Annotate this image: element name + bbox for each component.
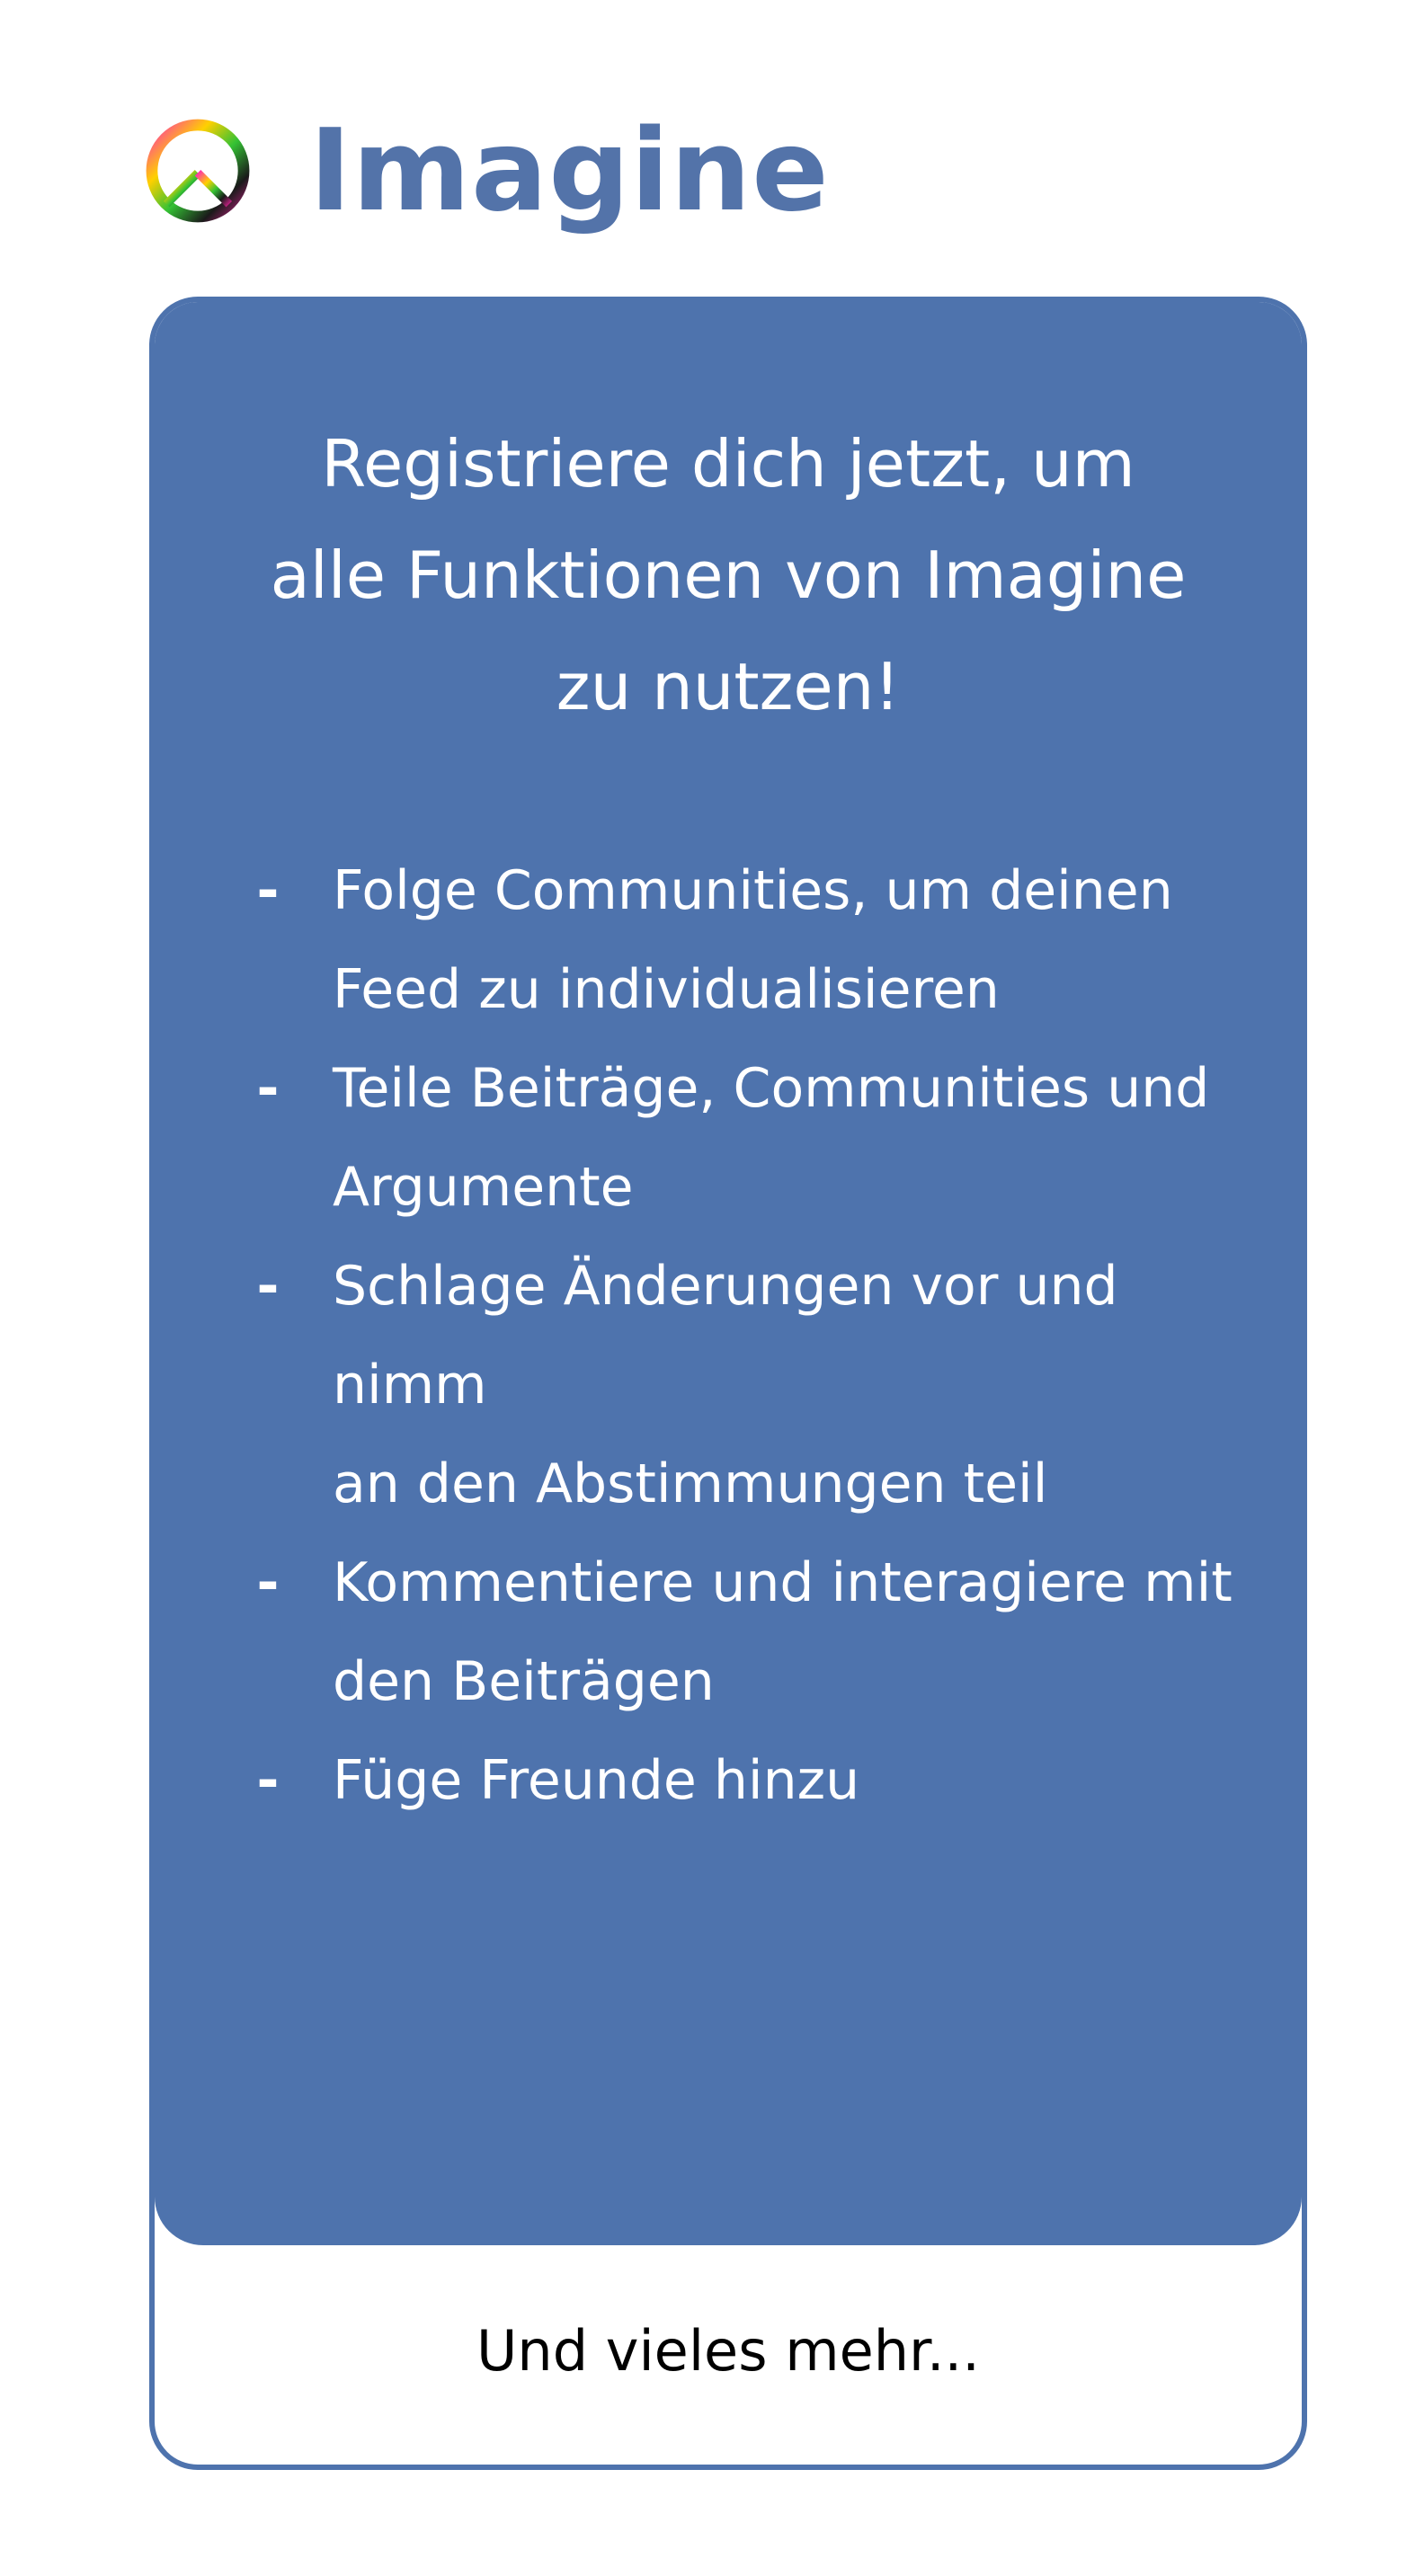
feature-item: - Schlage Änderungen vor und nimm an den… — [223, 1237, 1266, 1533]
feature-item: - Folge Communities, um deinen Feed zu i… — [223, 841, 1266, 1039]
feature-item: - Kommentiere und interagiere mit den Be… — [223, 1533, 1266, 1731]
feature-text: Folge Communities, um deinen — [333, 859, 1173, 922]
feature-item: - Füge Freunde hinzu — [223, 1731, 1266, 1830]
bullet-dash: - — [256, 1551, 280, 1614]
headline-line: zu nutzen! — [556, 649, 901, 724]
bullet-dash: - — [256, 1057, 280, 1120]
app-header: Imagine — [146, 108, 830, 234]
bullet-dash: - — [256, 859, 280, 922]
feature-text: Kommentiere und interagiere mit — [333, 1551, 1233, 1614]
app-title: Imagine — [309, 104, 830, 236]
bullet-dash: - — [256, 1749, 280, 1812]
bullet-dash: - — [256, 1255, 280, 1318]
feature-text: Teile Beiträge, Communities und — [333, 1057, 1210, 1120]
feature-list: - Folge Communities, um deinen Feed zu i… — [223, 841, 1266, 1830]
feature-text: Schlage Änderungen vor und nimm — [333, 1255, 1118, 1417]
headline-line: alle Funktionen von Imagine — [270, 537, 1187, 613]
feature-text: Argumente — [333, 1156, 634, 1219]
feature-text: Füge Freunde hinzu — [333, 1749, 860, 1812]
headline-line: Registriere dich jetzt, um — [321, 426, 1135, 502]
signup-card-panel: Registriere dich jetzt, um alle Funktion… — [155, 302, 1302, 2245]
feature-item: - Teile Beiträge, Communities und Argume… — [223, 1039, 1266, 1237]
feature-text: Feed zu individualisieren — [333, 958, 1000, 1021]
more-features-text: Und vieles mehr... — [476, 2318, 980, 2384]
signup-headline: Registriere dich jetzt, um alle Funktion… — [209, 408, 1248, 742]
signup-card: Registriere dich jetzt, um alle Funktion… — [149, 297, 1307, 2470]
feature-text: den Beiträgen — [333, 1650, 715, 1713]
feature-text: an den Abstimmungen teil — [333, 1452, 1048, 1515]
peace-sign-icon — [146, 119, 250, 223]
